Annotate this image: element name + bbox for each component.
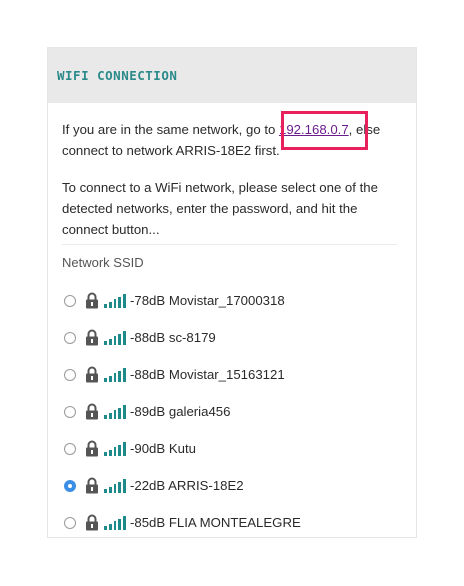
network-radio[interactable] xyxy=(64,368,76,381)
lock-icon xyxy=(86,292,98,309)
signal-icon xyxy=(104,441,126,456)
network-label: -88dB sc-8179 xyxy=(130,330,216,345)
panel-title: WIFI CONNECTION xyxy=(57,68,178,83)
ssid-header: Network SSID xyxy=(62,255,144,270)
network-radio[interactable] xyxy=(64,516,76,529)
network-row[interactable]: -85dB FLIA MONTEALEGRE xyxy=(62,504,402,541)
instructions-text: To connect to a WiFi network, please sel… xyxy=(62,177,397,245)
panel-body: If you are in the same network, go to 19… xyxy=(48,111,416,541)
network-radio[interactable] xyxy=(64,294,76,307)
network-row[interactable]: -90dB Kutu xyxy=(62,430,402,467)
panel-header: WIFI CONNECTION xyxy=(48,48,416,103)
intro-text: If you are in the same network, go to 19… xyxy=(62,111,392,161)
wifi-panel: WIFI CONNECTION If you are in the same n… xyxy=(47,47,417,538)
network-row[interactable]: -88dB sc-8179 xyxy=(62,319,402,356)
network-label: -85dB FLIA MONTEALEGRE xyxy=(130,515,301,530)
signal-icon xyxy=(104,478,126,493)
network-row[interactable]: -89dB galeria456 xyxy=(62,393,402,430)
signal-icon xyxy=(104,515,126,530)
lock-icon xyxy=(86,366,98,383)
network-radio[interactable] xyxy=(64,331,76,344)
network-label: -88dB Movistar_15163121 xyxy=(130,367,285,382)
lock-icon xyxy=(86,477,98,494)
lock-icon xyxy=(86,440,98,457)
network-list: -78dB Movistar_17000318 -88dB sc-8179 -8… xyxy=(62,282,402,541)
network-radio-selected[interactable] xyxy=(64,479,76,492)
network-label: -22dB ARRIS-18E2 xyxy=(130,478,244,493)
signal-icon xyxy=(104,330,126,345)
lock-icon xyxy=(86,329,98,346)
network-row[interactable]: -22dB ARRIS-18E2 xyxy=(62,467,402,504)
network-row[interactable]: -78dB Movistar_17000318 xyxy=(62,282,402,319)
signal-icon xyxy=(104,367,126,382)
intro-before: If you are in the same network, go to xyxy=(62,122,279,137)
lock-icon xyxy=(86,403,98,420)
network-row[interactable]: -88dB Movistar_15163121 xyxy=(62,356,402,393)
signal-icon xyxy=(104,404,126,419)
lock-icon xyxy=(86,514,98,531)
network-radio[interactable] xyxy=(64,405,76,418)
signal-icon xyxy=(104,293,126,308)
ip-link[interactable]: 192.168.0.7 xyxy=(279,122,349,137)
network-radio[interactable] xyxy=(64,442,76,455)
network-label: -90dB Kutu xyxy=(130,441,196,456)
network-label: -78dB Movistar_17000318 xyxy=(130,293,285,308)
network-label: -89dB galeria456 xyxy=(130,404,231,419)
